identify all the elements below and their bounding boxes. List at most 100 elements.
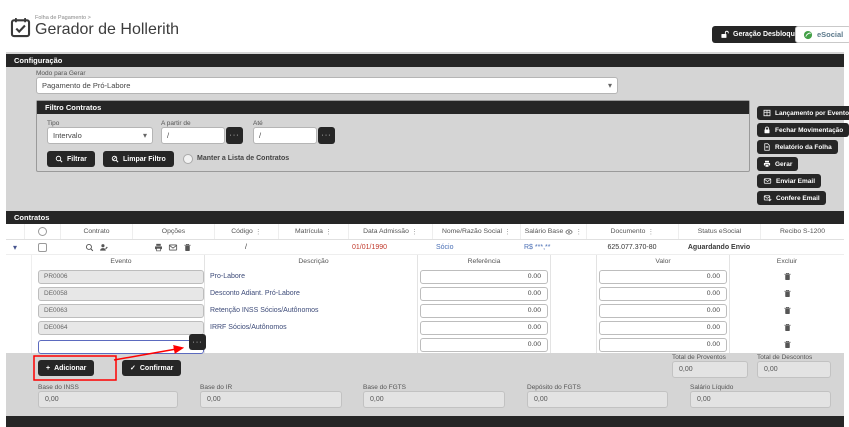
- contrato-row[interactable]: ▾ / 01/01/1990 Sócio R$ ***,** 625.077.3…: [6, 240, 844, 255]
- envelope-icon[interactable]: [168, 243, 178, 252]
- filtrar-button[interactable]: Filtrar: [47, 151, 95, 167]
- contratos-section-bar[interactable]: Contratos: [6, 211, 844, 224]
- evento-code-input[interactable]: [38, 303, 204, 318]
- gerador-de-hollerith-app: { "colors": { "dark_bar": "#262626", "pa…: [0, 0, 849, 427]
- search-icon[interactable]: [85, 243, 94, 252]
- a-partir-de-input[interactable]: [161, 127, 225, 144]
- evento-code-input[interactable]: [38, 269, 204, 284]
- row-data-admissao: 01/01/1990: [352, 243, 388, 251]
- bottom-section-bar[interactable]: [6, 416, 844, 427]
- valor-input[interactable]: [599, 320, 727, 335]
- row-documento: 625.077.370-80: [607, 243, 657, 251]
- row-recibo: [760, 240, 844, 254]
- sort-icon[interactable]: ⋮: [411, 228, 418, 236]
- col-status-esocial[interactable]: Status eSocial: [678, 224, 760, 239]
- col-data-admissao[interactable]: Data Admissão ⋮: [348, 224, 432, 239]
- modo-para-gerar-label: Modo para Gerar: [36, 70, 86, 77]
- referencia-input[interactable]: [420, 337, 548, 352]
- gerar-button[interactable]: Gerar: [757, 157, 799, 171]
- valor-input[interactable]: [599, 269, 727, 284]
- evento-row: IRRF Sócios/Autônomos: [6, 319, 844, 336]
- confirmar-button[interactable]: ✓ Confirmar: [122, 360, 182, 376]
- ate-input[interactable]: [253, 127, 317, 144]
- base-inss-label: Base do INSS: [38, 384, 79, 391]
- trash-icon[interactable]: [183, 243, 192, 252]
- total-descontos-label: Total de Descontos: [757, 354, 813, 361]
- esocial-button[interactable]: eSocial: [795, 26, 849, 43]
- detail-gutter: [6, 268, 32, 285]
- sort-icon[interactable]: ⋮: [325, 228, 332, 236]
- chevron-down-icon: ▾: [142, 130, 147, 140]
- trash-icon[interactable]: [783, 340, 792, 349]
- lancamento-label: Lançamento por Evento: [775, 109, 849, 117]
- trash-icon[interactable]: [783, 272, 792, 281]
- referencia-input[interactable]: [420, 303, 548, 318]
- sort-icon[interactable]: ⋮: [255, 228, 262, 236]
- relatorio-da-folha-button[interactable]: Relatório da Folha: [757, 140, 838, 154]
- select-all-header[interactable]: [24, 224, 60, 239]
- user-edit-icon[interactable]: [99, 243, 108, 252]
- col-documento[interactable]: Documento ⋮: [586, 224, 678, 239]
- limpar-filtro-button[interactable]: Limpar Filtro: [103, 151, 174, 167]
- referencia-input[interactable]: [420, 286, 548, 301]
- col-nome-razao-social[interactable]: Nome/Razão Social ⋮: [432, 224, 520, 239]
- a-partir-de-picker-button[interactable]: ···: [226, 127, 243, 144]
- trash-icon[interactable]: [783, 306, 792, 315]
- trash-icon[interactable]: [783, 323, 792, 332]
- base-ir-field: 0,00: [200, 391, 342, 408]
- valor-input[interactable]: [599, 286, 727, 301]
- base-ir-label: Base do IR: [200, 384, 233, 391]
- row-checkbox[interactable]: [37, 242, 47, 252]
- row-select[interactable]: [24, 240, 60, 254]
- ate-picker-button[interactable]: ···: [318, 127, 335, 144]
- sort-icon[interactable]: ⋮: [575, 228, 582, 236]
- tipo-selected-value: Intervalo: [53, 131, 82, 140]
- sort-icon[interactable]: ⋮: [504, 228, 511, 236]
- confere-email-button[interactable]: Confere Email: [757, 191, 826, 205]
- manter-lista-toggle[interactable]: [183, 154, 193, 164]
- eye-icon[interactable]: [565, 228, 573, 236]
- base-inss-field: 0,00: [38, 391, 178, 408]
- referencia-input[interactable]: [420, 320, 548, 335]
- col-recibo-s1200[interactable]: Recibo S-1200: [760, 224, 844, 239]
- configuracao-section-bar[interactable]: Configuração: [6, 54, 844, 67]
- evento-picker-button[interactable]: ···: [189, 334, 206, 351]
- evento-code-input[interactable]: [38, 286, 204, 301]
- evento-code-input[interactable]: [38, 320, 204, 335]
- row-expand-caret-icon[interactable]: ▾: [6, 240, 24, 254]
- col-matricula[interactable]: Matrícula ⋮: [278, 224, 348, 239]
- referencia-input[interactable]: [420, 269, 548, 284]
- evento-descricao: Retenção INSS Sócios/Autônomos: [204, 302, 417, 319]
- valor-input[interactable]: [599, 337, 727, 352]
- valor-input[interactable]: [599, 303, 727, 318]
- col-codigo[interactable]: Código ⋮: [214, 224, 278, 239]
- tipo-select[interactable]: Intervalo ▾: [47, 127, 153, 144]
- detail-spacer: [550, 319, 596, 336]
- sort-icon[interactable]: ⋮: [647, 228, 654, 236]
- page-title: Gerador de Hollerith: [35, 21, 180, 38]
- trash-icon[interactable]: [783, 289, 792, 298]
- enviar-email-button[interactable]: Enviar Email: [757, 174, 822, 188]
- eventos-detail-table: Evento Descrição Referência Valor Exclui…: [6, 255, 844, 354]
- lancamento-por-evento-button[interactable]: Lançamento por Evento: [757, 106, 849, 120]
- select-all-circle-icon[interactable]: [38, 227, 47, 236]
- relatorio-label: Relatório da Folha: [775, 143, 832, 151]
- col-opcoes[interactable]: Opções: [132, 224, 214, 239]
- contratos-table: Contrato Opções Código ⋮ Matrícula ⋮ Data …: [6, 224, 844, 255]
- evento-row: Pro-Labore: [6, 268, 844, 285]
- col-referencia: Referência: [417, 255, 550, 268]
- printer-icon[interactable]: [154, 243, 163, 252]
- fechar-movimentacao-button[interactable]: Fechar Movimentação: [757, 123, 849, 137]
- col-contrato[interactable]: Contrato: [60, 224, 132, 239]
- ate-label: Até: [253, 120, 263, 127]
- adicionar-button[interactable]: + Adicionar: [38, 360, 95, 376]
- action-button-stack: Lançamento por Evento Fechar Movimentaçã…: [757, 106, 849, 208]
- confere-email-label: Confere Email: [776, 194, 820, 202]
- evento-code-input-focused[interactable]: [38, 339, 204, 354]
- row-salario-base: R$ ***,**: [524, 243, 551, 251]
- col-salario-base[interactable]: Salário Base ⋮: [520, 224, 586, 239]
- modo-para-gerar-select[interactable]: Pagamento de Pró-Labore ▾: [36, 77, 618, 94]
- row-nome-razao-social[interactable]: Sócio: [432, 240, 520, 254]
- detail-gutter: [6, 302, 32, 319]
- enviar-email-label: Enviar Email: [776, 177, 816, 185]
